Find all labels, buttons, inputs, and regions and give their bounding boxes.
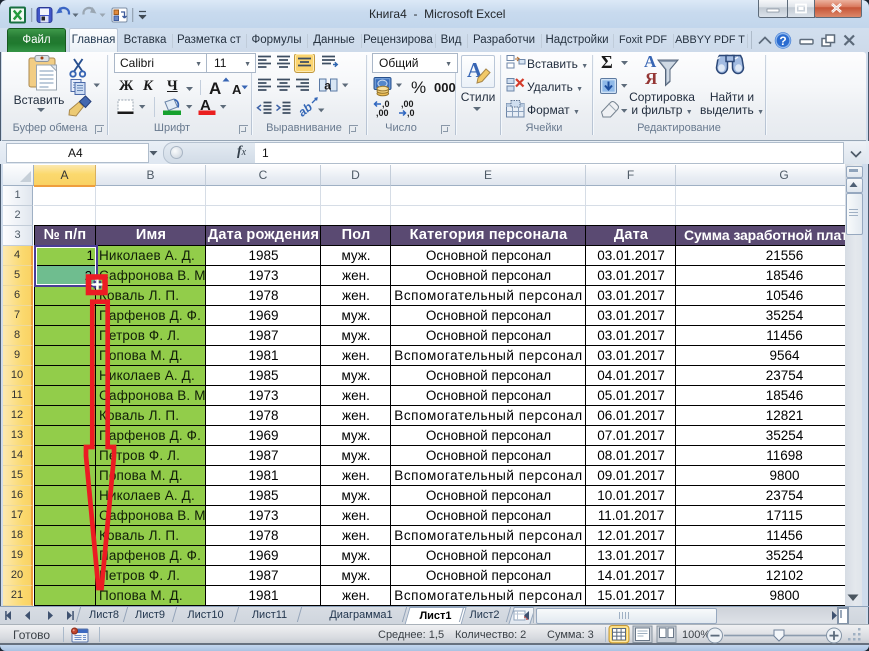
svg-text:A: A xyxy=(232,82,242,97)
svg-text:,00: ,00 xyxy=(376,108,389,118)
svg-text:a: a xyxy=(324,79,331,93)
svg-text:000: 000 xyxy=(434,80,456,95)
svg-text:Я: Я xyxy=(645,69,657,88)
svg-text:?: ? xyxy=(779,34,786,48)
svg-text:%: % xyxy=(411,78,426,97)
svg-text:,0: ,0 xyxy=(407,108,415,118)
svg-text:A: A xyxy=(209,79,221,98)
